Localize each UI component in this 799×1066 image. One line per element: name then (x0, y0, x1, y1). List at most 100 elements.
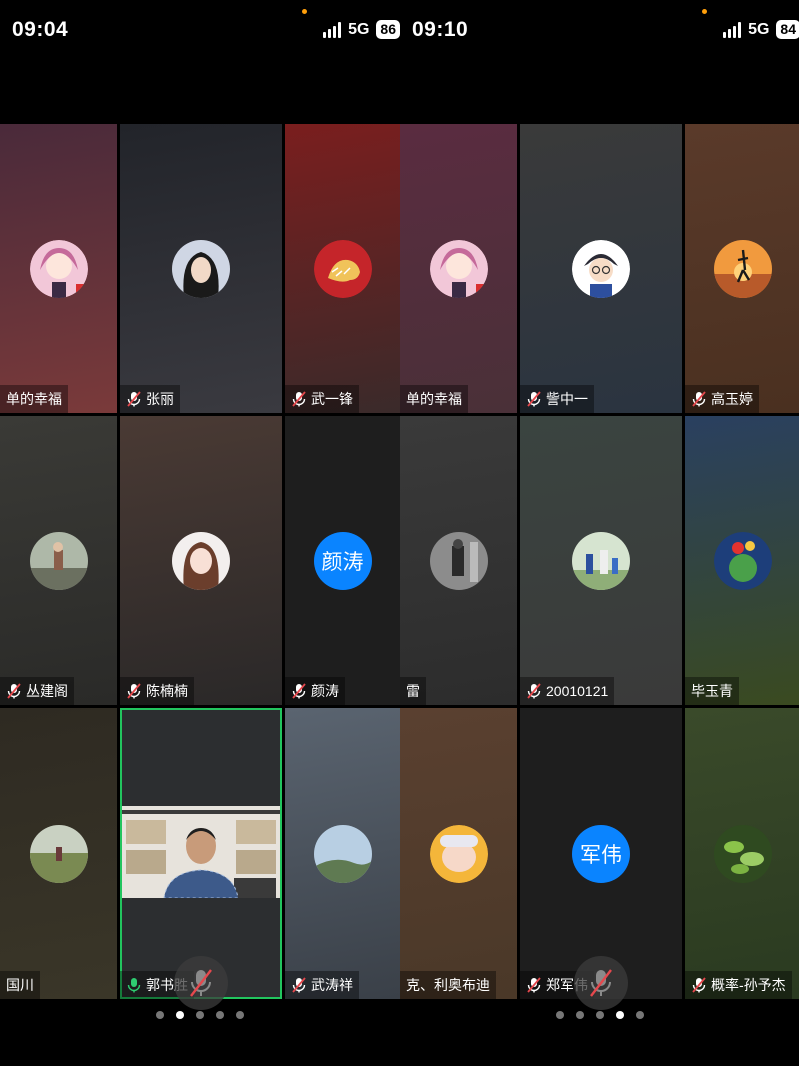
mic-muted-icon (7, 683, 21, 699)
participant-name-label: 单的幸福 (0, 385, 68, 413)
participant-tile[interactable]: 克、利奥布迪 (400, 708, 517, 999)
mic-muted-icon (127, 391, 141, 407)
participant-name: 武一锋 (311, 391, 353, 407)
avatar (713, 531, 772, 590)
initials-avatar: 颜涛 (313, 531, 372, 590)
participant-name-label: 张丽 (120, 385, 180, 413)
participant-tile[interactable]: 颜涛 颜涛 (285, 416, 400, 705)
participant-tile[interactable]: 单的幸福 (400, 124, 517, 413)
battery-level: 86 (376, 20, 400, 39)
avatar (313, 824, 372, 883)
participant-tile[interactable]: 訾中一 (520, 124, 682, 413)
page-indicator[interactable] (0, 1011, 400, 1019)
privacy-indicator-dot (702, 9, 707, 14)
avatar (29, 239, 88, 298)
participant-name: 单的幸福 (406, 391, 462, 407)
page-dot[interactable] (556, 1011, 564, 1019)
page-dot[interactable] (216, 1011, 224, 1019)
participant-name: 丛建阁 (26, 683, 68, 699)
mic-muted-icon (692, 977, 706, 993)
participant-name-label: 国川 (0, 971, 40, 999)
avatar (429, 239, 488, 298)
participant-name-label: 毕玉青 (685, 677, 739, 705)
participant-name-label: 20010121 (520, 677, 615, 705)
signal-icon (323, 21, 342, 38)
participant-tile[interactable]: 毕玉青 (685, 416, 799, 705)
participant-tile[interactable]: 张丽 (120, 124, 282, 413)
avatar (29, 531, 88, 590)
participant-name: 克、利奥布迪 (406, 977, 490, 993)
page-dot[interactable] (156, 1011, 164, 1019)
network-type: 5G (748, 20, 770, 38)
mic-muted-icon (692, 391, 706, 407)
participant-tile[interactable]: 武涛祥 (285, 708, 400, 999)
page-dot[interactable] (176, 1011, 184, 1019)
mic-muted-icon (127, 683, 141, 699)
participant-name-label: 颜涛 (285, 677, 345, 705)
mic-muted-icon (292, 977, 306, 993)
initials-avatar: 军伟 (572, 824, 630, 883)
status-time: 09:10 (412, 18, 469, 41)
participant-name: 陈楠楠 (146, 683, 188, 699)
participant-tile[interactable]: 雷 (400, 416, 517, 705)
mic-muted-icon (590, 969, 612, 997)
mic-muted-icon (190, 969, 212, 997)
participant-name: 雷 (406, 683, 420, 699)
mute-button[interactable] (174, 956, 228, 1010)
mic-muted-icon (292, 391, 306, 407)
avatar (572, 239, 630, 298)
avatar (29, 824, 88, 883)
participant-name: 高玉婷 (711, 391, 753, 407)
status-bar: 09:04 5G 86 (0, 0, 400, 62)
participant-tile[interactable]: 概率-孙予杰 (685, 708, 799, 999)
page-indicator[interactable] (400, 1011, 799, 1019)
page-dot[interactable] (616, 1011, 624, 1019)
video-feed (122, 806, 280, 898)
avatar (572, 531, 630, 590)
participant-tile[interactable]: 丛建阁 (0, 416, 117, 705)
page-dot[interactable] (236, 1011, 244, 1019)
participant-name: 张丽 (146, 391, 174, 407)
avatar (429, 531, 488, 590)
avatar (429, 824, 488, 883)
participant-tile[interactable]: 高玉婷 (685, 124, 799, 413)
participant-tile[interactable]: 单的幸福 (0, 124, 117, 413)
mic-muted-icon (292, 683, 306, 699)
meeting-screen-left: 09:04 5G 86 单的幸福 张丽 武一锋 丛建阁 陈楠楠 颜涛 颜涛 国川 郭书胜 武涛祥 (0, 0, 400, 1066)
participant-name-label: 武一锋 (285, 385, 359, 413)
participant-name-label: 訾中一 (520, 385, 594, 413)
participant-name-label: 武涛祥 (285, 971, 359, 999)
participant-name: 20010121 (546, 683, 609, 699)
participant-name: 颜涛 (311, 683, 339, 699)
avatar (313, 239, 372, 298)
participant-tile[interactable]: 陈楠楠 (120, 416, 282, 705)
status-time: 09:04 (12, 18, 69, 41)
mute-button[interactable] (574, 956, 628, 1010)
participant-name: 单的幸福 (6, 391, 62, 407)
page-dot[interactable] (596, 1011, 604, 1019)
page-dot[interactable] (636, 1011, 644, 1019)
participant-tile[interactable]: 国川 (0, 708, 117, 999)
participant-tile[interactable]: 武一锋 (285, 124, 400, 413)
participant-tile[interactable]: 20010121 (520, 416, 682, 705)
network-type: 5G (348, 20, 370, 38)
participant-name-label: 单的幸福 (400, 385, 468, 413)
participant-name-label: 陈楠楠 (120, 677, 194, 705)
mic-muted-icon (527, 391, 541, 407)
avatar (713, 824, 772, 883)
page-dot[interactable] (196, 1011, 204, 1019)
participant-name-label: 雷 (400, 677, 426, 705)
participant-name-label: 丛建阁 (0, 677, 74, 705)
page-dot[interactable] (576, 1011, 584, 1019)
meeting-screen-right: 09:10 5G 84 单的幸福 訾中一 高玉婷雷 20010121 毕玉青克、利奥布迪… (400, 0, 799, 1066)
status-bar: 09:10 5G 84 (400, 0, 799, 62)
participant-name: 訾中一 (546, 391, 588, 407)
mic-active-icon (127, 978, 141, 993)
privacy-indicator-dot (302, 9, 307, 14)
participant-name: 毕玉青 (691, 683, 733, 699)
participant-name: 概率-孙予杰 (711, 977, 786, 993)
participant-name: 国川 (6, 977, 34, 993)
avatar (172, 531, 230, 590)
participant-name-label: 高玉婷 (685, 385, 759, 413)
signal-icon (723, 21, 742, 38)
